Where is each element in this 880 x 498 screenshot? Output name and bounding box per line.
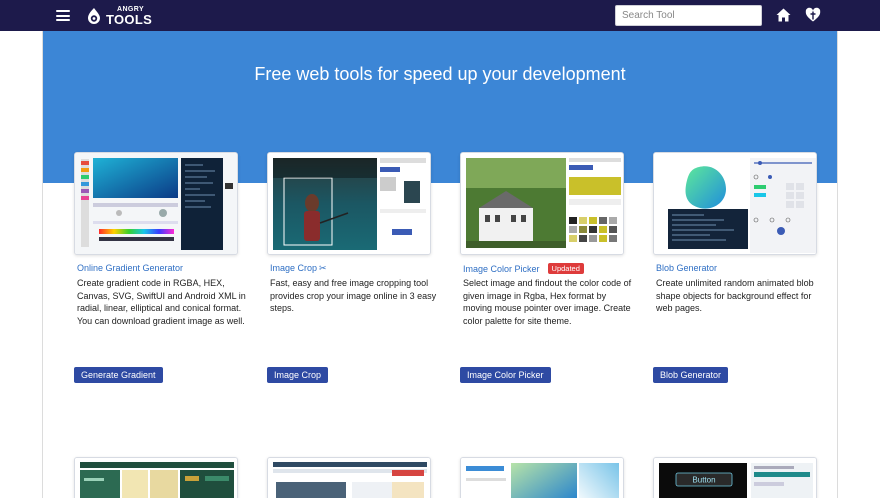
home-icon[interactable]: [776, 8, 791, 22]
svg-text:Button: Button: [692, 476, 715, 485]
blob-generator-thumbnail[interactable]: [653, 152, 817, 255]
image-crop-button[interactable]: Image Crop: [267, 367, 329, 383]
tool-thumbnail-row2-1[interactable]: [74, 457, 238, 498]
scissors-icon: ✂: [319, 263, 327, 273]
image-crop-thumbnail[interactable]: [267, 152, 431, 255]
angry-tools-logo-icon: [88, 8, 100, 24]
heart-icon[interactable]: [805, 7, 821, 23]
color-picker-title-row: Image Color Picker Updated: [463, 263, 584, 274]
tool-thumbnail-row2-2[interactable]: [267, 457, 431, 498]
color-picker-title-link[interactable]: Image Color Picker: [463, 264, 540, 274]
image-crop-title-link[interactable]: Image Crop ✂: [270, 263, 327, 274]
hero-title: Free web tools for speed up your develop…: [254, 64, 626, 84]
hamburger-menu-icon[interactable]: [56, 10, 70, 21]
site-logo[interactable]: ANGRY TOOLS: [86, 5, 152, 27]
image-color-picker-button[interactable]: Image Color Picker: [460, 367, 551, 383]
updated-badge: Updated: [547, 263, 584, 274]
logo-text-bottom: TOOLS: [106, 12, 153, 27]
blob-generator-title-link[interactable]: Blob Generator: [656, 263, 717, 273]
image-crop-description: Fast, easy and free image cropping tool …: [270, 278, 437, 314]
gradient-thumbnail[interactable]: [74, 152, 238, 255]
gradient-description: Create gradient code in RGBA, HEX, Canva…: [77, 278, 246, 326]
search-input[interactable]: [615, 5, 762, 26]
tool-thumbnail-row2-3[interactable]: [460, 457, 624, 498]
blob-generator-button[interactable]: Blob Generator: [653, 367, 729, 383]
top-navbar: ANGRY TOOLS: [0, 0, 880, 31]
color-picker-thumbnail[interactable]: [460, 152, 624, 255]
gradient-title-link[interactable]: Online Gradient Generator: [77, 263, 183, 273]
image-crop-title-text: Image Crop: [270, 263, 318, 273]
tool-thumbnail-row2-4[interactable]: Button: [653, 457, 817, 498]
color-picker-description: Select image and findout the color code …: [463, 278, 632, 326]
blob-generator-description: Create unlimited random animated blob sh…: [656, 278, 814, 314]
generate-gradient-button[interactable]: Generate Gradient: [74, 367, 163, 383]
